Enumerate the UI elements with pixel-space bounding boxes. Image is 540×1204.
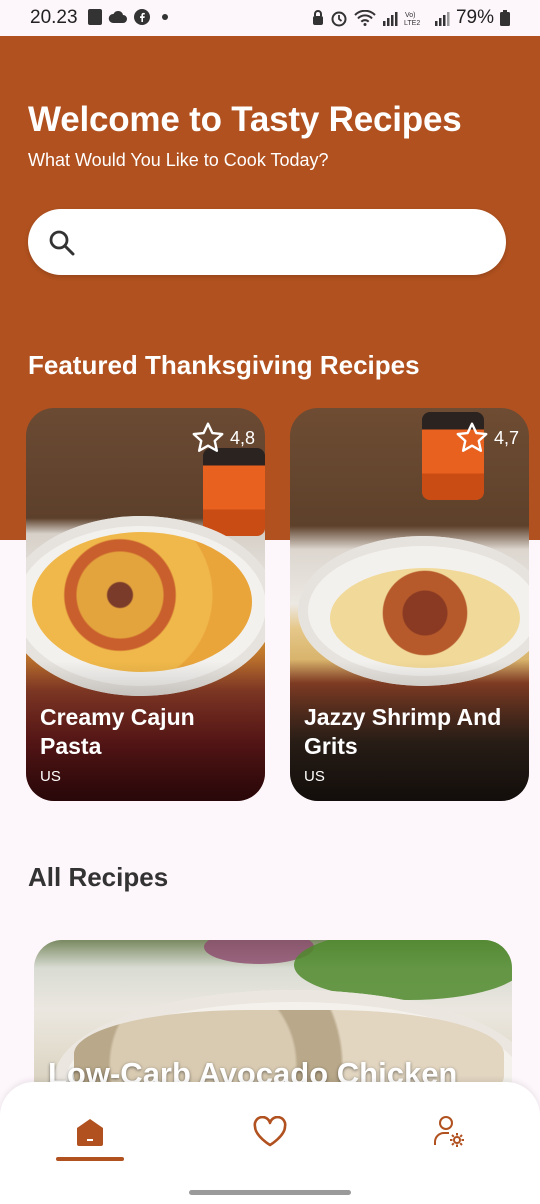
more-notifications-icon	[162, 14, 168, 20]
all-recipes-title: All Recipes	[28, 862, 169, 892]
signal-icon	[382, 12, 398, 26]
page-subtitle: What Would You Like to Cook Today?	[28, 150, 329, 170]
recipe-title: Creamy Cajun Pasta	[40, 704, 195, 759]
featured-recipe-card[interactable]: 4,8 Creamy Cajun Pasta US	[26, 408, 265, 801]
featured-recipe-card[interactable]: 4,7 Jazzy Shrimp And Grits US	[290, 408, 529, 801]
system-icons: Vo) LTE2 79%	[312, 7, 510, 29]
cloud-icon	[108, 10, 127, 23]
pasta-image	[32, 532, 252, 672]
status-time: 20.23	[30, 7, 78, 28]
shop-notification-icon	[88, 9, 102, 25]
battery-percent: 79%	[455, 7, 494, 28]
nav-favorites[interactable]	[240, 1102, 300, 1162]
notification-icons	[88, 9, 168, 25]
alarm-icon	[331, 11, 347, 27]
home-icon[interactable]	[74, 1117, 106, 1147]
gesture-handle[interactable]	[189, 1190, 351, 1195]
star-icon[interactable]	[454, 420, 490, 456]
battery-icon	[500, 10, 510, 26]
svg-text:Vo): Vo)	[405, 12, 416, 19]
active-tab-indicator	[56, 1157, 124, 1161]
wifi-icon	[354, 10, 376, 26]
bottom-navigation	[0, 1082, 540, 1204]
rating-value: 4,7	[493, 427, 519, 448]
search-icon	[49, 230, 75, 256]
seasoning-jar-image	[203, 448, 265, 536]
featured-section-title: Featured Thanksgiving Recipes	[28, 350, 420, 380]
rating[interactable]: 4,7	[454, 420, 519, 456]
heart-icon[interactable]	[252, 1116, 288, 1148]
recipe-country: US	[304, 768, 325, 785]
status-bar: 20.23 Vo) LTE2 79%	[0, 0, 540, 36]
volte-icon: Vo)LTE2	[404, 12, 420, 26]
search-input[interactable]	[92, 223, 486, 263]
search-bar[interactable]	[28, 209, 506, 275]
signal-2-icon	[434, 12, 450, 26]
facebook-icon	[134, 9, 150, 25]
rating-value: 4,8	[229, 427, 255, 448]
shrimp-grits-image	[330, 568, 520, 668]
svg-text:LTE2: LTE2	[404, 20, 420, 26]
rating[interactable]: 4,8	[190, 420, 255, 456]
nav-profile-settings[interactable]	[420, 1102, 480, 1162]
lock-icon	[312, 10, 323, 25]
page-title: Welcome to Tasty Recipes	[28, 100, 462, 139]
recipe-title: Jazzy Shrimp And Grits	[304, 704, 502, 759]
nav-home[interactable]	[60, 1102, 120, 1162]
recipe-country: US	[40, 768, 61, 785]
user-settings-icon[interactable]	[432, 1114, 468, 1150]
star-icon[interactable]	[190, 420, 226, 456]
